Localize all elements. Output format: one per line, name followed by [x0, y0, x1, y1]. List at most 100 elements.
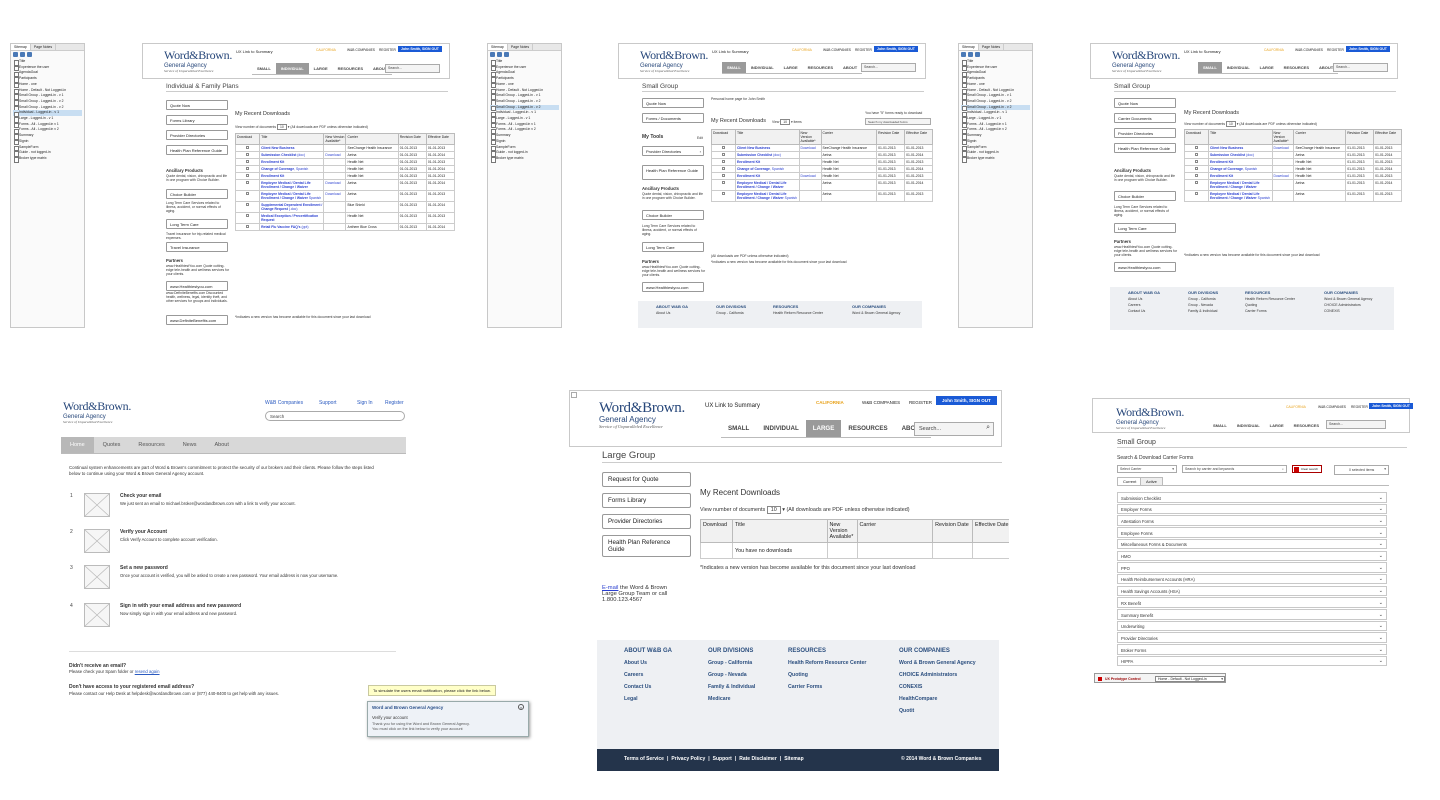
nav-individual[interactable]: INDIVIDUAL	[756, 420, 805, 437]
state-selector[interactable]: CALIFORNIA	[816, 400, 844, 405]
footer-link[interactable]: Medicare	[708, 693, 755, 705]
download-checkbox-cell[interactable]	[711, 179, 736, 191]
nav-small[interactable]: SMALL	[252, 63, 276, 74]
footer-link[interactable]: Contact Us	[1128, 308, 1160, 314]
form-category-row[interactable]: HMO ⌄	[1117, 550, 1387, 561]
form-title-link[interactable]: Employee Medical / Dental Life Enrollmen…	[1210, 181, 1260, 189]
form-title-link[interactable]: Client New Business	[1210, 146, 1243, 150]
selected-items-dropdown[interactable]: 0 selected items ▾	[1334, 465, 1389, 475]
sign-out-button[interactable]: John Smith, SIGN OUT	[874, 46, 918, 52]
collapse-icon[interactable]	[20, 52, 25, 57]
legal-link[interactable]: Support	[713, 756, 732, 762]
download-checkbox-cell[interactable]	[234, 151, 261, 159]
search-icon[interactable]	[504, 52, 509, 57]
download-checkbox[interactable]	[721, 174, 725, 177]
form-title-link[interactable]: Employee Medical / Dental Life Enrollmen…	[261, 192, 311, 200]
ltc-button[interactable]: Long Term Care	[1114, 223, 1176, 233]
nav-small[interactable]: SMALL	[1208, 420, 1232, 431]
search-input[interactable]: Search...	[1333, 63, 1388, 72]
form-title-link[interactable]: Change of Coverage	[1210, 167, 1243, 171]
clear-search-button[interactable]: Clear search	[1292, 465, 1322, 473]
expand-icon[interactable]	[961, 52, 966, 57]
nav-resources[interactable]: RESOURCES	[1289, 420, 1324, 431]
form-title-link[interactable]: Enrollment Kit	[1210, 174, 1233, 178]
tab-page-notes[interactable]: Page Notes	[508, 44, 534, 50]
column-header[interactable]: Title	[731, 519, 828, 543]
footer-link[interactable]: Group - Nevada	[708, 669, 755, 681]
register-link[interactable]: REGISTER	[1327, 48, 1344, 52]
column-header[interactable]: Carrier	[856, 519, 934, 543]
download-checkbox[interactable]	[721, 167, 725, 170]
nav-home[interactable]: Home	[61, 437, 94, 453]
email-link[interactable]: E-mail	[602, 585, 618, 591]
nav-individual[interactable]: INDIVIDUAL	[1232, 420, 1265, 431]
search-icon[interactable]	[27, 52, 32, 57]
download-link[interactable]: Download	[1274, 146, 1289, 150]
companies-link[interactable]: W&B Companies	[265, 400, 303, 406]
register-link[interactable]: REGISTER	[379, 48, 396, 52]
form-title-link[interactable]: Employee Medical / Dental Life Enrollmen…	[737, 181, 787, 189]
download-checkbox[interactable]	[246, 181, 250, 184]
nav-resources[interactable]: RESOURCES	[803, 62, 838, 73]
side-button[interactable]: Quote Now	[166, 100, 228, 110]
form-title-link[interactable]: Enrollment Kit	[1210, 160, 1233, 164]
search-input[interactable]: Search... ⌕	[914, 422, 994, 436]
register-link[interactable]: REGISTER	[909, 400, 932, 405]
email-notification[interactable]: Word and Brown General Agency × Verify y…	[367, 701, 529, 737]
nav-about[interactable]: About	[205, 437, 237, 453]
support-link[interactable]: Support	[319, 400, 337, 406]
nav-resources[interactable]: RESOURCES	[333, 63, 368, 74]
column-header[interactable]: Revision Date	[1345, 129, 1375, 145]
download-checkbox[interactable]	[1194, 174, 1198, 177]
column-header[interactable]: Carrier	[1293, 129, 1347, 145]
legal-link[interactable]: Sitemap	[784, 756, 803, 762]
search-icon[interactable]	[975, 52, 980, 57]
companies-link[interactable]: W&B COMPANIES	[1318, 405, 1346, 409]
nav-individual[interactable]: INDIVIDUAL	[1222, 62, 1255, 73]
view-count-select[interactable]: 10	[276, 124, 287, 130]
form-category-row[interactable]: Employer Forms ⌄	[1117, 503, 1387, 515]
form-extra[interactable]: (doc)	[296, 153, 305, 157]
logo[interactable]: Word&Brown. General Agency Service of Un…	[164, 47, 232, 74]
sitemap-item[interactable]: Broker type matrix	[13, 156, 82, 163]
collapse-icon[interactable]	[968, 52, 973, 57]
side-button[interactable]: Forms / Documents	[642, 113, 704, 123]
footer-link[interactable]: Group - California	[708, 657, 755, 669]
download-checkbox-cell[interactable]	[711, 190, 736, 202]
nav-small[interactable]: SMALL	[721, 420, 756, 437]
download-checkbox-cell[interactable]	[1184, 158, 1209, 166]
column-header[interactable]: New Version Available*	[798, 129, 822, 145]
register-link[interactable]: REGISTER	[1351, 405, 1368, 409]
download-checkbox-cell[interactable]	[711, 151, 736, 159]
download-checkbox[interactable]	[246, 192, 250, 195]
sign-in-link[interactable]: Sign In	[357, 400, 373, 406]
form-category-row[interactable]: Miscellaneous Forms & Documents ⌄	[1117, 538, 1387, 550]
form-title-link[interactable]: Employee Medical / Dental Life Enrollmen…	[261, 181, 311, 189]
resend-link[interactable]: resend again	[135, 669, 160, 674]
form-extra[interactable]: (doc)	[772, 153, 781, 157]
register-link[interactable]: Register	[385, 400, 404, 406]
form-category-row[interactable]: Summary Benefit ⌄	[1117, 609, 1387, 620]
provider-directories-button[interactable]: Provider Directories ›	[642, 146, 704, 156]
state-selector[interactable]: CALIFORNIA	[792, 48, 812, 52]
form-extra[interactable]: , Spanish	[1243, 167, 1257, 171]
download-checkbox[interactable]	[1194, 160, 1198, 163]
carrier-select[interactable]: Select Carrier ▾	[1117, 465, 1177, 473]
ux-summary-link[interactable]: UX Link to Summary	[236, 49, 273, 54]
nav-quotes[interactable]: Quotes	[94, 437, 130, 453]
column-header[interactable]: Effective Date	[425, 133, 456, 145]
view-count-select[interactable]: 10	[1225, 121, 1236, 127]
download-link[interactable]: Download	[1274, 174, 1289, 178]
download-link[interactable]: Download	[325, 153, 340, 157]
state-selector[interactable]: CALIFORNIA	[1264, 48, 1284, 52]
footer-link[interactable]: About Us	[656, 310, 688, 316]
column-header[interactable]: Download	[1184, 129, 1209, 145]
download-checkbox[interactable]	[721, 181, 725, 184]
search-input[interactable]: Search	[265, 411, 405, 421]
edit-tools-link[interactable]: Edit	[697, 136, 703, 140]
download-checkbox-cell[interactable]	[234, 190, 261, 202]
column-header[interactable]: Title	[734, 129, 800, 145]
download-checkbox-cell[interactable]	[711, 165, 736, 173]
tab-sitemap[interactable]: Sitemap	[959, 44, 979, 50]
logo[interactable]: Word&Brown. General Agency Service of Un…	[640, 47, 708, 74]
